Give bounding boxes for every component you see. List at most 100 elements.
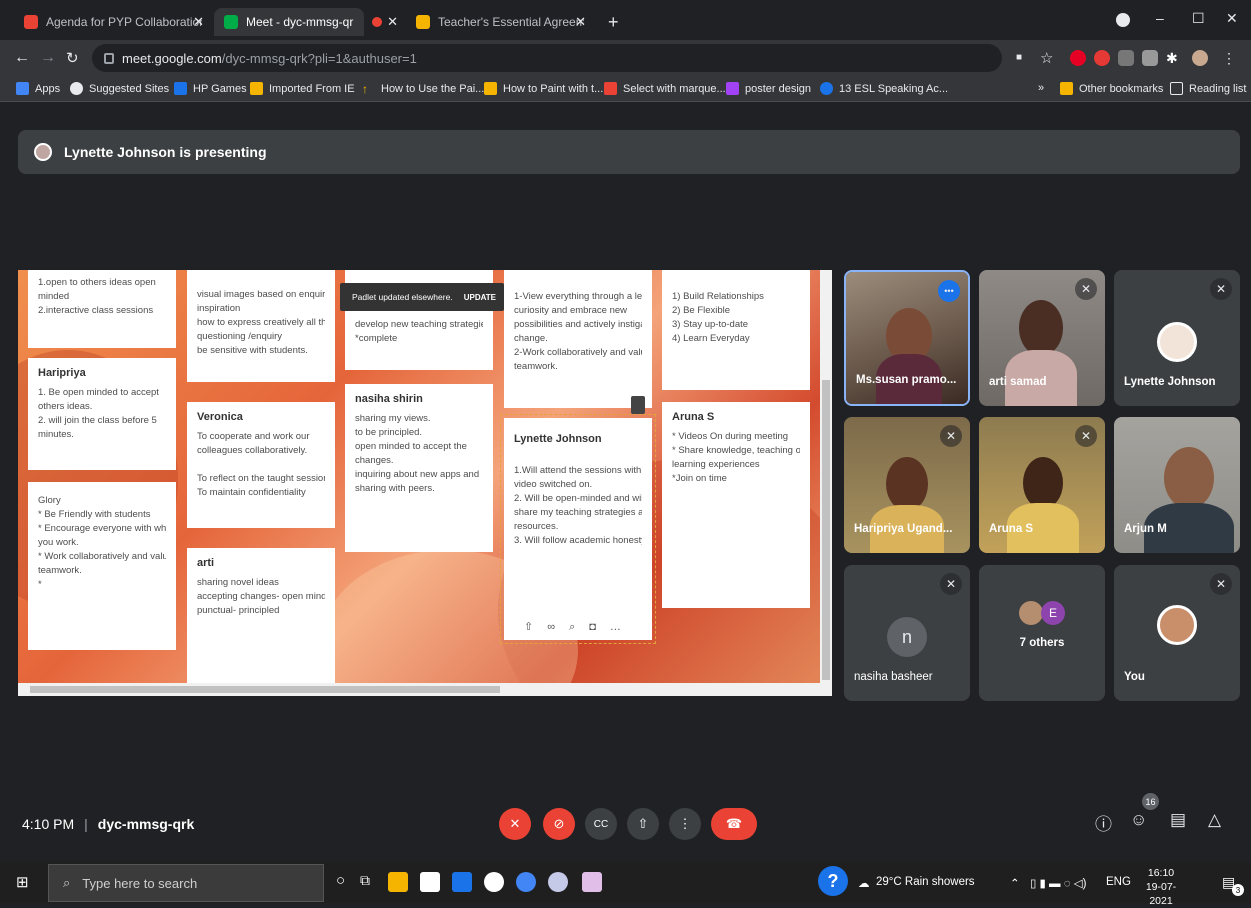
bookmark-suggested[interactable]: Suggested Sites — [70, 82, 169, 95]
padlet-post-aruna[interactable]: Aruna S * Videos On during meeting * Sha… — [662, 402, 810, 608]
back-icon[interactable]: ← — [14, 49, 30, 67]
padlet-post-veronica[interactable]: Veronica To cooperate and work our colle… — [187, 402, 335, 528]
taskbar-search[interactable]: ⌕ Type here to search — [48, 864, 324, 902]
participant-tile-others[interactable]: E 7 others — [979, 565, 1105, 701]
close-icon[interactable]: ✕ — [193, 14, 204, 30]
extension-icon[interactable] — [1142, 50, 1158, 66]
padlet-post-haripriya[interactable]: Haripriya 1. Be open minded to accept ot… — [28, 358, 176, 470]
paint3d-icon[interactable] — [582, 872, 602, 892]
bookmark-marquee[interactable]: Select with marque... — [604, 82, 726, 95]
windows-start-icon[interactable]: ⊞ — [16, 873, 29, 891]
camera-icon[interactable]: ◘ — [589, 620, 596, 634]
scroll-thumb[interactable] — [822, 380, 830, 680]
file-explorer-icon[interactable] — [388, 872, 408, 892]
presenting-banner: Lynette Johnson is presenting — [18, 130, 1240, 174]
more-icon[interactable]: … — [610, 620, 621, 634]
profile-avatar[interactable] — [1192, 50, 1208, 66]
pinterest-icon[interactable] — [1070, 50, 1086, 66]
bookmark-esl[interactable]: 13 ESL Speaking Ac... — [820, 82, 948, 95]
activities-icon[interactable]: △ — [1208, 810, 1221, 830]
help-icon[interactable]: ? — [818, 866, 848, 896]
padlet-post[interactable]: 1) Build Relationships 2) Be Flexible 3)… — [662, 270, 810, 390]
self-avatar — [1157, 605, 1197, 645]
forward-icon[interactable]: → — [40, 49, 56, 67]
extension-icon[interactable] — [1118, 50, 1134, 66]
more-options-button[interactable]: ⋮ — [669, 808, 701, 840]
menu-icon[interactable]: ⋮ — [1222, 50, 1238, 66]
mic-toggle-button[interactable]: ✕ — [499, 808, 531, 840]
horizontal-scrollbar[interactable] — [18, 683, 832, 696]
address-bar[interactable]: meet.google.com /dyc-mmsg-qrk?pli=1&auth… — [92, 44, 1002, 72]
participant-tile[interactable]: ✕ Aruna S — [979, 417, 1105, 553]
participant-tile[interactable]: ✕ arti samad — [979, 270, 1105, 406]
close-icon[interactable]: ✕ — [575, 14, 586, 30]
vertical-scrollbar[interactable] — [820, 270, 832, 683]
post-line: 1.open to others ideas open — [38, 277, 156, 288]
profile-dot-icon[interactable] — [1116, 13, 1130, 27]
toast-text: Padlet updated elsewhere. — [352, 292, 453, 302]
bookmark-imported[interactable]: Imported From IE — [250, 82, 355, 95]
tab-agenda[interactable]: Agenda for PYP Collaboration M ✕ — [14, 8, 212, 36]
leave-call-button[interactable]: ☎ — [711, 808, 757, 840]
tab-meet[interactable]: Meet - dyc-mmsg-qrk — [214, 8, 364, 36]
other-bookmarks[interactable]: Other bookmarks — [1060, 82, 1163, 95]
bookmark-apps[interactable]: Apps — [16, 82, 60, 95]
link-icon[interactable]: ∞ — [547, 620, 555, 634]
padlet-post[interactable]: visual images based on enquiry inspirati… — [187, 270, 335, 382]
bookmark-paint-1[interactable]: ↑ How to Use the Pai... — [362, 82, 484, 96]
participant-tile[interactable]: n ✕ nasiha basheer — [844, 565, 970, 701]
present-button[interactable]: ⇧ — [627, 808, 659, 840]
participant-tile-self[interactable]: ✕ You — [1114, 565, 1240, 701]
info-icon[interactable]: ⓘ — [1095, 810, 1112, 835]
close-window-icon[interactable]: ✕ — [1226, 10, 1238, 27]
weather-widget[interactable]: 29°C Rain showers — [876, 876, 975, 888]
chat-icon[interactable]: ▤ — [1170, 810, 1186, 830]
reading-list[interactable]: Reading list — [1170, 82, 1246, 95]
camera-toggle-button[interactable]: ⊘ — [543, 808, 575, 840]
tab-recording[interactable]: ✕ — [362, 8, 406, 36]
maximize-icon[interactable]: ☐ — [1192, 10, 1205, 27]
chrome-icon[interactable] — [516, 872, 536, 892]
padlet-post-arti[interactable]: arti sharing novel ideas accepting chang… — [187, 548, 335, 696]
search-icon[interactable]: ⌕ — [569, 620, 575, 634]
bookmark-hp-games[interactable]: HP Games — [174, 82, 247, 95]
cortana-icon[interactable]: ○ — [336, 872, 345, 889]
upload-icon[interactable]: ⇧ — [524, 620, 533, 634]
padlet-post[interactable]: 1-View everything through a lens of curi… — [504, 270, 652, 408]
reload-icon[interactable]: ↻ — [66, 49, 79, 67]
camera-icon[interactable]: ■ — [1016, 52, 1022, 63]
tray-overflow-icon[interactable]: ⌃ — [1010, 876, 1020, 890]
puzzle-icon[interactable]: ✱ — [1166, 50, 1182, 66]
participant-tile[interactable]: ✕ Lynette Johnson — [1114, 270, 1240, 406]
post-line: minded — [38, 291, 70, 302]
participant-tile[interactable]: Arjun M — [1114, 417, 1240, 553]
taskbar-clock[interactable]: 16:10 19-07-2021 — [1138, 866, 1184, 908]
bookmark-poster[interactable]: poster design — [726, 82, 811, 95]
star-icon[interactable]: ☆ — [1040, 49, 1053, 67]
padlet-post[interactable]: 1.open to others ideas open minded 2.int… — [28, 270, 176, 348]
padlet-post-nasiha[interactable]: nasiha shirin sharing my views. to be pr… — [345, 384, 493, 552]
tab-agreements[interactable]: Teacher's Essential Agreements ✕ — [406, 8, 594, 36]
participant-tile[interactable]: ••• Ms.susan pramo... — [844, 270, 970, 406]
captions-button[interactable]: CC — [585, 808, 617, 840]
paint-icon[interactable] — [548, 872, 568, 892]
language-indicator[interactable]: ENG — [1106, 876, 1131, 888]
people-icon[interactable]: ☺ — [1130, 810, 1147, 830]
padlet-post-glory[interactable]: Glory * Be Friendly with students * Enco… — [28, 482, 176, 650]
bookmark-paint-2[interactable]: How to Paint with t... — [484, 82, 603, 95]
bookmarks-overflow[interactable]: » — [1038, 82, 1044, 94]
minimize-icon[interactable]: – — [1156, 10, 1164, 26]
store-icon[interactable] — [420, 872, 440, 892]
new-tab-button[interactable]: + — [598, 8, 624, 36]
update-button[interactable]: UPDATE — [464, 293, 496, 302]
adblock-icon[interactable] — [1094, 50, 1110, 66]
post-menu-icon[interactable] — [631, 396, 645, 414]
scroll-thumb[interactable] — [30, 686, 500, 693]
task-view-icon[interactable]: ⧉ — [360, 872, 370, 889]
mail-icon[interactable] — [452, 872, 472, 892]
dropbox-icon[interactable] — [484, 872, 504, 892]
padlet-post-lynette[interactable]: Lynette Johnson 1.Will attend the sessio… — [500, 414, 656, 644]
more-options-icon[interactable]: ••• — [938, 280, 960, 302]
close-icon[interactable]: ✕ — [387, 14, 398, 30]
participant-tile[interactable]: ✕ Haripriya Ugand... — [844, 417, 970, 553]
